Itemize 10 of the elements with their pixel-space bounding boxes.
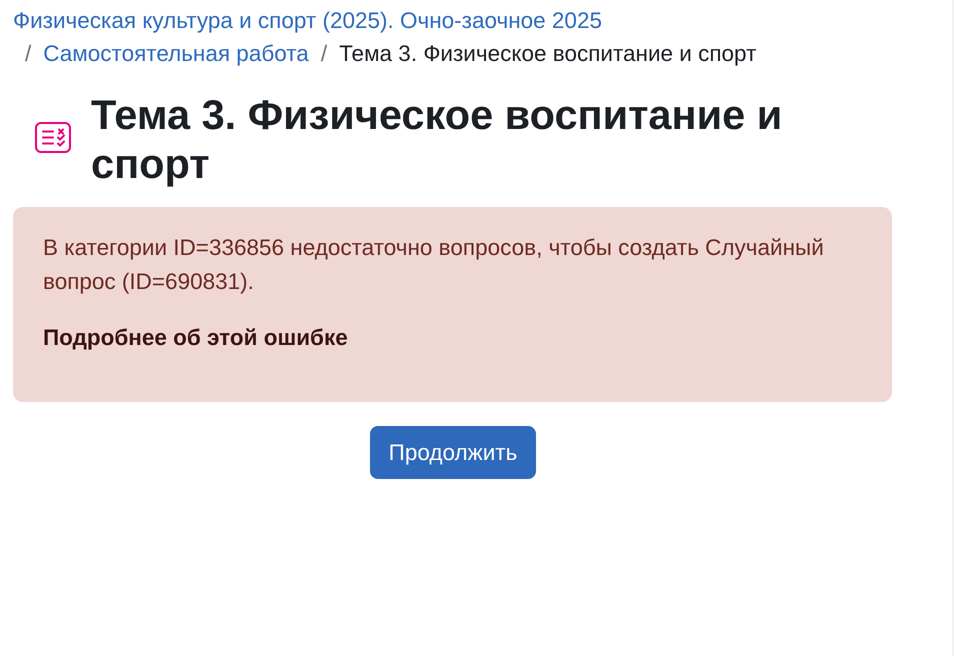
page-title: Тема 3. Физическое воспитание и спорт (91, 90, 784, 188)
continue-button[interactable]: Продолжить (370, 426, 536, 479)
breadcrumb-separator: / (25, 40, 32, 68)
checklist-icon (35, 122, 71, 153)
breadcrumb-link[interactable]: Физическая культура и спорт (2025). Очно-заочное 2025 (13, 4, 602, 37)
error-details-link[interactable]: Подробнее об этой ошибке (43, 321, 348, 355)
error-message: В категории ID=336856 недостаточно вопросов, чтобы создать Случайный вопрос (ID=690831). (43, 234, 825, 296)
breadcrumb-current: Тема 3. Физическое воспитание и спорт (339, 40, 756, 68)
breadcrumb-separator: / (320, 40, 328, 68)
breadcrumb-link[interactable]: Самостоятельная работа (43, 37, 309, 70)
